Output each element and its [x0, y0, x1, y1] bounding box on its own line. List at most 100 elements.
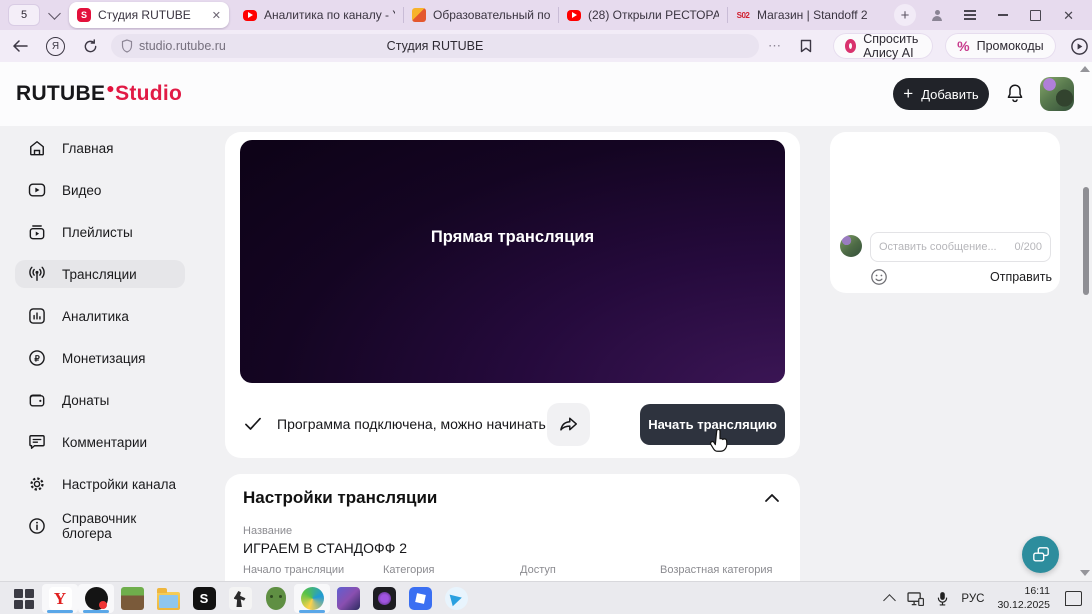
stream-preview: Прямая трансляция [240, 140, 785, 383]
collapse-chevron-icon[interactable] [764, 490, 780, 508]
more-actions-icon[interactable]: ⋯ [768, 38, 782, 54]
chat-message-input[interactable]: Оставить сообщение... 0/200 [870, 232, 1051, 262]
sidebar-item-channel-settings[interactable]: Настройки канала [15, 470, 185, 498]
add-button[interactable]: + Добавить [893, 78, 989, 110]
sidebar-item-home[interactable]: Главная [15, 134, 185, 162]
taskbar-dark-app[interactable] [366, 584, 402, 613]
taskbar-counter-strike[interactable] [222, 584, 258, 613]
taskbar-telegram[interactable] [438, 584, 474, 613]
emoji-icon[interactable] [870, 268, 888, 286]
notification-center-icon[interactable] [1065, 591, 1082, 606]
tab-standoff-shop[interactable]: S02 Магазин | Standoff 2 [728, 2, 884, 28]
sidebar-label: Комментарии [62, 434, 148, 450]
sidebar-item-video[interactable]: Видео [15, 176, 185, 204]
close-button[interactable]: ✕ [1063, 9, 1074, 22]
taskbar-game-character[interactable] [330, 584, 366, 613]
clock[interactable]: 16:11 30.12.2025 [997, 585, 1050, 612]
rutube-studio-logo[interactable]: RUTUBE●Studio [16, 80, 182, 106]
share-button[interactable] [547, 403, 590, 446]
game-character-icon [336, 587, 360, 610]
name-field-value: ИГРАЕМ В СТАНДОФФ 2 [243, 540, 408, 556]
sidebar-label: Видео [62, 182, 102, 198]
bookmark-icon[interactable] [800, 39, 812, 53]
sidebar-item-donations[interactable]: Донаты [15, 386, 185, 414]
microphone-icon[interactable] [937, 591, 948, 606]
taskbar-standoff-launcher[interactable]: S [186, 584, 222, 613]
sidebar-item-blogger-guide[interactable]: Справочник блогера [15, 511, 185, 541]
start-button[interactable] [6, 584, 42, 613]
address-bar[interactable]: studio.rutube.ru Студия RUTUBE [111, 34, 759, 58]
rutube-studio-favicon: S [77, 8, 91, 22]
taskbar-screen-recorder[interactable] [78, 584, 114, 613]
windows-logo-icon [14, 588, 34, 609]
network-icon[interactable] [907, 591, 925, 606]
scrollbar-up-arrow[interactable] [1080, 66, 1090, 72]
back-icon[interactable] [12, 40, 28, 52]
sidebar-item-analytics[interactable]: Аналитика [15, 302, 185, 330]
alice-label: Спросить Алису AI [863, 32, 919, 60]
yandex-services-icon[interactable]: Я [46, 36, 65, 56]
channel-avatar[interactable] [1040, 77, 1074, 111]
start-stream-button[interactable]: Начать трансляцию [640, 404, 785, 445]
scrollbar-thumb[interactable] [1083, 187, 1089, 295]
youtube-favicon [243, 9, 257, 21]
sidebar-label: Плейлисты [62, 224, 133, 240]
sidebar-label: Трансляции [62, 266, 137, 282]
stream-card: Прямая трансляция Программа подключена, … [225, 132, 800, 458]
taskbar-bluestacks[interactable] [294, 584, 330, 613]
tab-close-icon[interactable]: ✕ [212, 9, 221, 22]
profile-icon[interactable] [932, 10, 943, 21]
telegram-icon [444, 587, 468, 610]
taskbar-roblox[interactable] [402, 584, 438, 613]
browser-menu-icon[interactable] [964, 10, 977, 20]
roblox-icon [408, 587, 432, 610]
new-tab-button[interactable]: + [894, 4, 916, 26]
taskbar-hacker-mask[interactable] [258, 584, 294, 613]
analytics-icon [29, 308, 45, 324]
page-viewport: RUTUBE●Studio + Добавить Главная Видео П… [0, 62, 1092, 581]
check-icon [245, 417, 261, 430]
taskbar-minecraft[interactable] [114, 584, 150, 613]
promo-button[interactable]: % Промокоды [945, 33, 1056, 59]
chat-card: Оставить сообщение... 0/200 Отправить [830, 132, 1060, 293]
monetization-icon: ₽ [29, 350, 45, 366]
video-player-icon[interactable] [1070, 37, 1089, 56]
tab-youtube-video[interactable]: (28) Открыли РЕСТОРАН [559, 2, 727, 28]
tab-counter[interactable]: 5 [8, 4, 40, 26]
taskbar-yandex-browser[interactable]: Y [42, 584, 78, 613]
sidebar-item-broadcasts[interactable]: Трансляции [15, 260, 185, 288]
counter-strike-icon [228, 587, 252, 610]
share-icon [560, 417, 578, 431]
video-icon [28, 183, 46, 197]
gear-icon [30, 477, 44, 491]
tab-youtube-analytics[interactable]: Аналитика по каналу - Yo [235, 2, 403, 28]
sidebar-item-monetization[interactable]: ₽ Монетизация [15, 344, 185, 372]
notifications-bell-icon[interactable] [1004, 82, 1026, 111]
bluestacks-icon [300, 587, 324, 610]
screen: 5 S Студия RUTUBE ✕ Аналитика по каналу … [0, 0, 1092, 614]
donations-wallet-icon [29, 394, 45, 407]
restore-button[interactable] [1030, 9, 1042, 21]
tab-edu-portal[interactable]: Образовательный порта [404, 2, 558, 28]
page-title: Студия RUTUBE [386, 39, 484, 53]
minimize-button[interactable] [998, 14, 1009, 16]
sidebar-item-comments[interactable]: Комментарии [15, 428, 185, 456]
tab-list-chevron-icon[interactable] [48, 7, 61, 20]
send-message-button[interactable]: Отправить [990, 270, 1052, 284]
reload-icon[interactable] [83, 38, 98, 54]
chat-windows-icon [1032, 546, 1049, 562]
language-indicator[interactable]: РУС [961, 593, 984, 605]
category-label: Категория [383, 564, 435, 576]
sidebar-item-playlists[interactable]: Плейлисты [15, 218, 185, 246]
scrollbar-down-arrow[interactable] [1080, 570, 1090, 576]
sidebar-label: Справочник блогера [62, 511, 137, 541]
start-stream-label: Начать трансляцию [648, 417, 777, 432]
alice-button[interactable]: Спросить Алису AI [833, 32, 934, 60]
home-icon [30, 141, 44, 156]
tab-rutube-studio[interactable]: S Студия RUTUBE ✕ [69, 2, 229, 28]
chat-placeholder: Оставить сообщение... [879, 241, 997, 253]
support-widget-button[interactable] [1022, 536, 1059, 573]
hidden-icons-chevron[interactable] [883, 594, 897, 607]
taskbar-file-explorer[interactable] [150, 584, 186, 613]
dark-app-icon [372, 587, 396, 610]
